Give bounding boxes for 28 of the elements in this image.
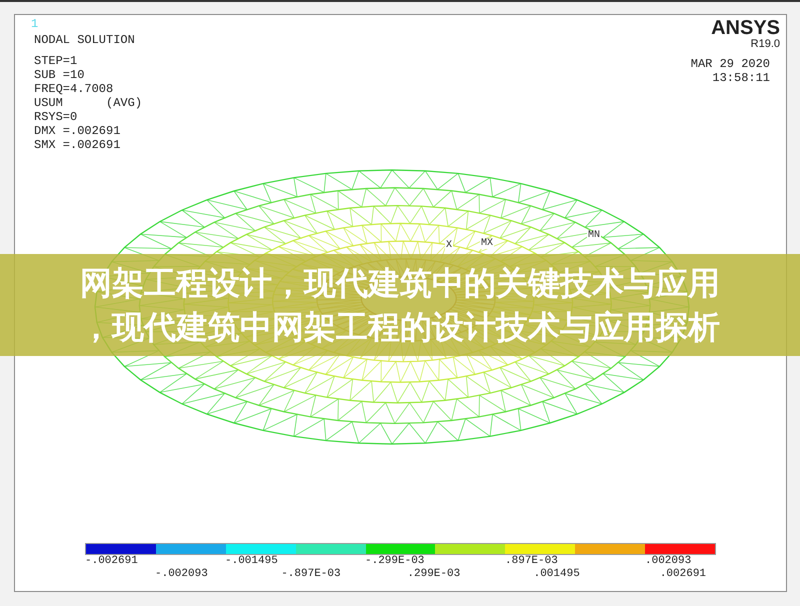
info-line: FREQ=4.7008 — [34, 82, 114, 96]
plot-title: NODAL SOLUTION — [34, 33, 136, 47]
brand-logo: ANSYS — [711, 18, 780, 38]
legend-label: -.002093 — [155, 568, 209, 581]
legend-label: .002093 — [645, 555, 692, 568]
marker-label: X — [445, 241, 454, 251]
legend-label: -.897E-03 — [281, 568, 342, 581]
info-line: DMX =.002691 — [34, 124, 122, 138]
info-line: SUB =10 — [34, 68, 86, 82]
legend-label: -.299E-03 — [365, 555, 426, 568]
info-line: USUM (AVG) — [34, 96, 142, 110]
version-label: R19.0 — [750, 38, 780, 50]
marker-label: MX — [480, 239, 494, 249]
info-line: SMX =.002691 — [34, 138, 122, 152]
time-label: 13:58:11 — [712, 71, 770, 85]
legend-label: .299E-03 — [407, 568, 462, 581]
legend-label: .001495 — [534, 568, 581, 581]
info-line: RSYS=0 — [34, 110, 78, 124]
legend-label: -.001495 — [225, 555, 279, 568]
window-number: 1 — [31, 17, 38, 31]
info-line: STEP=1 — [34, 54, 78, 68]
headline-text: ，现代建筑中网架工程的设计技术与应用探析 — [80, 307, 720, 347]
date-label: MAR 29 2020 — [690, 57, 770, 71]
legend-label: .897E-03 — [505, 555, 559, 568]
legend-label: .002691 — [660, 568, 708, 581]
legend-label: -.002691 — [85, 555, 139, 568]
marker-label: MN — [587, 231, 602, 241]
headline-text: 网架工程设计，现代建筑中的关键技术与应用 — [80, 263, 720, 303]
